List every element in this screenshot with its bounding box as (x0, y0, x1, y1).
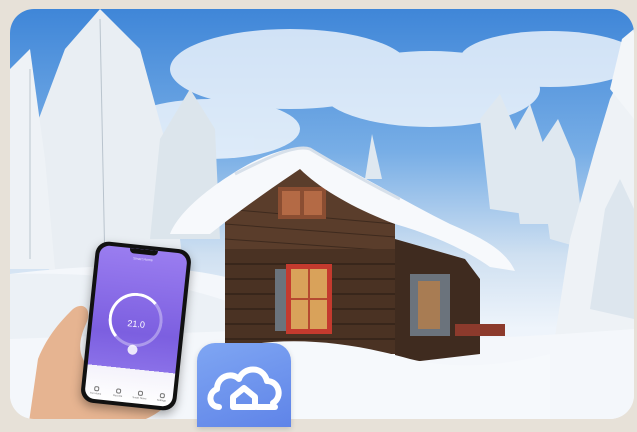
tab-settings[interactable]: Settings (152, 392, 171, 403)
home-icon (93, 385, 99, 392)
phone-screen: Smart Home 21.0 For Home Recents Smart H… (84, 244, 188, 408)
hero-photo: Smart Home 21.0 For Home Recents Smart H… (10, 9, 634, 419)
tab-smart-home[interactable]: Smart Home (130, 390, 149, 401)
tab-label: Settings (156, 398, 166, 403)
cloud-home-icon (207, 366, 282, 410)
gear-icon (159, 392, 165, 399)
cloud-app-icon[interactable] (197, 343, 291, 427)
phone-notch (129, 247, 158, 256)
clock-icon (115, 388, 121, 394)
phone-in-hand: Smart Home 21.0 For Home Recents Smart H… (28, 239, 193, 419)
tab-recents[interactable]: Recents (108, 388, 127, 399)
app-title: Smart Home (133, 256, 153, 263)
smart-home-icon (137, 390, 143, 397)
tab-label: Recents (112, 393, 123, 398)
tab-home[interactable]: For Home (87, 385, 106, 396)
smartphone: Smart Home 21.0 For Home Recents Smart H… (79, 240, 193, 412)
tab-label: Smart Home (132, 396, 147, 401)
tab-label: For Home (90, 391, 102, 396)
power-button[interactable] (127, 344, 138, 356)
phone-tab-bar: For Home Recents Smart Home Settings (87, 385, 171, 403)
